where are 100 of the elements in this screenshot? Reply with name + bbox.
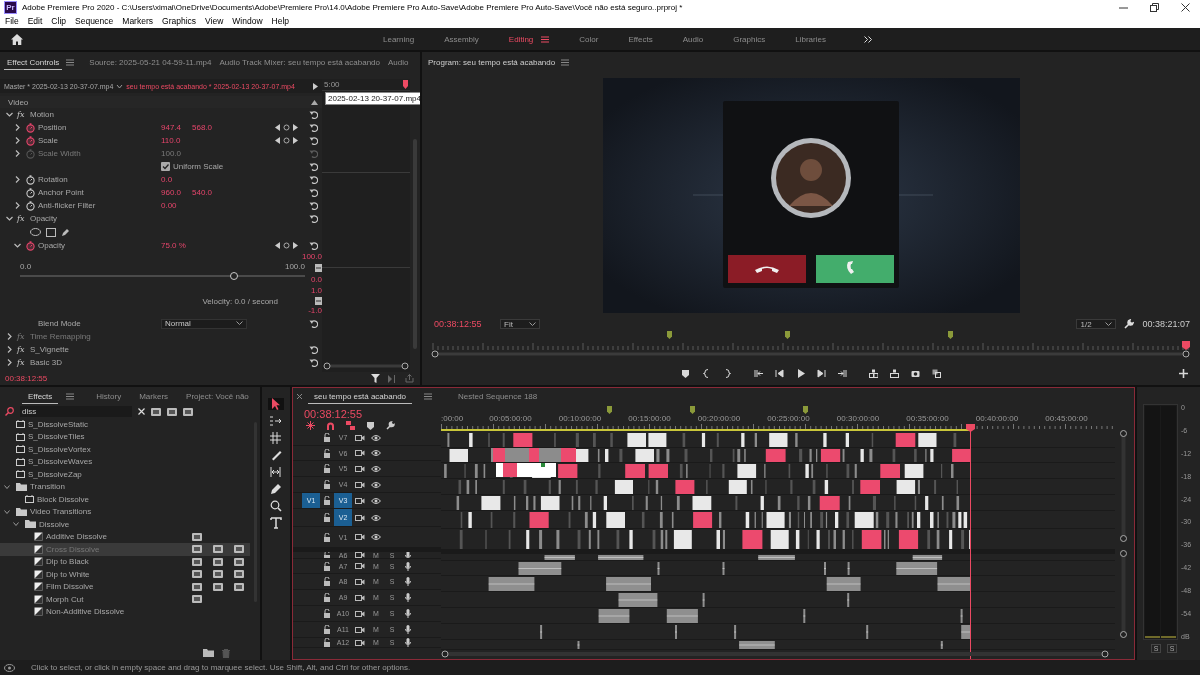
- reset-icon[interactable]: [309, 241, 318, 250]
- menu-item[interactable]: Window: [232, 16, 263, 26]
- panel-tab[interactable]: Nested Sequence 188: [452, 389, 544, 404]
- accelerated-badge-icon[interactable]: [192, 582, 202, 591]
- lock-icon[interactable]: [323, 561, 331, 571]
- effect-list-item[interactable]: Video Transitions: [0, 505, 250, 518]
- playhead[interactable]: [965, 424, 975, 659]
- pen-mask-icon[interactable]: [61, 227, 70, 237]
- expand-chevron-icon[interactable]: [6, 333, 13, 340]
- home-icon[interactable]: [11, 33, 23, 45]
- vertical-scrollbar[interactable]: [1119, 549, 1128, 639]
- sync-lock-icon[interactable]: [355, 513, 365, 522]
- compare-icon[interactable]: [932, 368, 941, 378]
- yuv-badge-icon[interactable]: [234, 545, 244, 554]
- microphone-icon[interactable]: [405, 609, 411, 618]
- panel-tab[interactable]: Project: Você não: [180, 388, 255, 404]
- lock-icon[interactable]: [323, 433, 331, 442]
- menu-item[interactable]: Markers: [122, 16, 153, 26]
- sync-lock-icon[interactable]: [355, 577, 365, 586]
- wrench-icon[interactable]: [386, 421, 395, 430]
- effect-list-item[interactable]: Transition: [0, 480, 250, 493]
- workspace-tab[interactable]: Editing: [508, 34, 534, 44]
- panel-tab[interactable]: History: [90, 388, 128, 404]
- marker-icon[interactable]: [948, 331, 953, 339]
- linked-selection-icon[interactable]: [346, 421, 355, 430]
- accelerated-badge-icon[interactable]: [192, 595, 202, 604]
- add-keyframe-icon[interactable]: [283, 242, 290, 249]
- accelerated-filter-icon[interactable]: [151, 407, 161, 416]
- dropdown-icon[interactable]: [116, 82, 124, 90]
- effect-list-item[interactable]: Film Dissolve: [0, 580, 250, 593]
- panel-tab[interactable]: Markers: [133, 388, 175, 404]
- mark-out-icon[interactable]: [723, 368, 732, 378]
- track-select-tool-icon[interactable]: [270, 415, 282, 427]
- eye-icon[interactable]: [371, 496, 381, 505]
- panel-menu-icon[interactable]: [66, 58, 75, 66]
- checkbox[interactable]: [161, 162, 170, 171]
- resolution-dropdown[interactable]: 1/2: [1076, 319, 1117, 329]
- export-icon[interactable]: [405, 374, 414, 383]
- marker-icon[interactable]: [607, 406, 612, 414]
- sync-lock-icon[interactable]: [355, 464, 365, 473]
- playhead-icon[interactable]: [1181, 341, 1190, 350]
- blend-mode-dropdown[interactable]: Normal: [161, 318, 247, 329]
- previous-keyframe-icon[interactable]: [275, 242, 280, 249]
- microphone-icon[interactable]: [405, 638, 411, 647]
- scroll-up-icon[interactable]: [311, 99, 318, 105]
- menu-item[interactable]: View: [205, 16, 224, 26]
- 32-bit-badge-icon[interactable]: [213, 545, 223, 554]
- collapse-chevron-icon[interactable]: [6, 111, 13, 118]
- sync-lock-icon[interactable]: [355, 562, 365, 570]
- sync-lock-icon[interactable]: [355, 533, 365, 541]
- step-forward-icon[interactable]: [817, 368, 826, 378]
- sync-lock-icon[interactable]: [355, 433, 365, 442]
- type-tool-icon[interactable]: [270, 517, 282, 529]
- lock-icon[interactable]: [323, 448, 331, 458]
- snap-icon[interactable]: [326, 421, 335, 430]
- property-value[interactable]: 947.4: [161, 123, 192, 132]
- add-marker-icon[interactable]: [681, 368, 690, 378]
- add-marker-icon[interactable]: [366, 421, 375, 430]
- property-value[interactable]: 540.0: [192, 188, 223, 197]
- play-icon[interactable]: [796, 368, 805, 378]
- insert-icon[interactable]: [869, 368, 878, 378]
- effect-list-item[interactable]: S_DissolveVortex: [0, 443, 250, 456]
- effect-list-item[interactable]: Morph Cut: [0, 593, 250, 606]
- eye-icon[interactable]: [371, 449, 381, 457]
- property-value[interactable]: 960.0: [161, 188, 192, 197]
- effect-name[interactable]: S_Vignette: [30, 345, 69, 354]
- lock-icon[interactable]: [323, 480, 331, 489]
- collapse-chevron-icon[interactable]: [6, 215, 13, 222]
- graph-toggle-icon[interactable]: [315, 296, 322, 305]
- effect-badge[interactable]: fx: [17, 345, 30, 354]
- lock-icon[interactable]: [323, 593, 331, 602]
- menu-item[interactable]: Edit: [27, 16, 43, 26]
- close-tab-icon[interactable]: [297, 394, 302, 399]
- expand-chevron-icon[interactable]: [6, 359, 13, 366]
- microphone-icon[interactable]: [405, 577, 411, 586]
- expand-chevron-icon[interactable]: [14, 176, 21, 183]
- collapse-chevron-icon[interactable]: [13, 521, 19, 528]
- expand-chevron-icon[interactable]: [14, 124, 21, 131]
- eye-icon[interactable]: [371, 533, 381, 541]
- vertical-scrollbar[interactable]: [1119, 429, 1128, 543]
- play-only-icon[interactable]: [388, 374, 397, 383]
- marker-icon[interactable]: [690, 406, 695, 414]
- eye-icon[interactable]: [371, 464, 381, 473]
- sync-lock-icon[interactable]: [355, 625, 365, 634]
- sync-lock-icon[interactable]: [355, 480, 365, 489]
- wrench-icon[interactable]: [1124, 319, 1135, 329]
- lock-icon[interactable]: [323, 577, 331, 586]
- microphone-icon[interactable]: [405, 561, 411, 571]
- effect-list-item[interactable]: Block Dissolve: [0, 493, 250, 506]
- sync-lock-icon[interactable]: [355, 638, 365, 647]
- panel-tab[interactable]: Source: 2025-05-21 04-59-11.mp4: [86, 54, 215, 70]
- mark-in-icon[interactable]: [702, 368, 711, 378]
- effect-badge[interactable]: fx: [17, 214, 30, 223]
- effect-badge[interactable]: fx: [17, 110, 30, 119]
- sync-lock-icon[interactable]: [355, 496, 365, 505]
- effect-badge[interactable]: fx: [17, 332, 30, 341]
- panel-menu-icon[interactable]: [424, 393, 433, 400]
- slip-tool-icon[interactable]: [270, 466, 282, 478]
- lock-icon[interactable]: [323, 625, 331, 634]
- ellipse-mask-icon[interactable]: [30, 228, 41, 236]
